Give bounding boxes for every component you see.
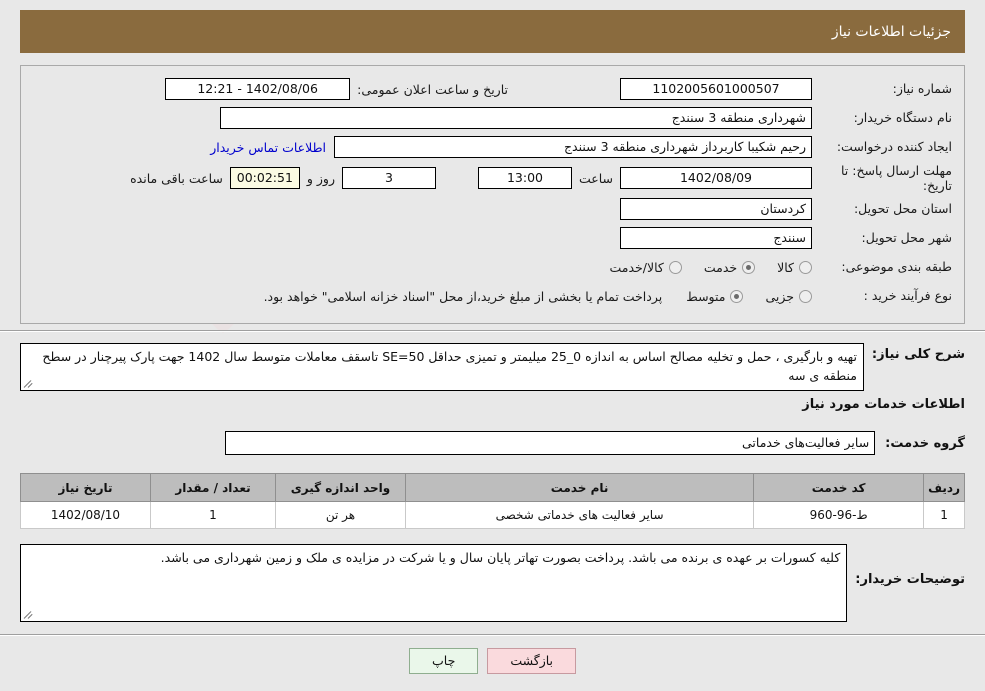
button-bar: بازگشت چاپ xyxy=(0,648,985,674)
countdown-label: ساعت باقی مانده xyxy=(130,170,223,186)
th-unit: واحد اندازه گیری xyxy=(275,473,406,502)
th-service-code: کد خدمت xyxy=(753,473,925,502)
announce-datetime-label: تاریخ و ساعت اعلان عمومی: xyxy=(357,81,508,97)
category-option-khedmat[interactable]: خدمت xyxy=(686,259,756,275)
row-deadline: مهلت ارسال پاسخ: تا تاریخ: 1402/08/09 سا… xyxy=(33,163,952,193)
service-group-value: سایر فعالیت‌های خدماتی xyxy=(225,431,876,455)
th-service-name: نام خدمت xyxy=(404,473,755,502)
page-title-bar: جزئیات اطلاعات نیاز xyxy=(20,10,965,53)
row-city: شهر محل تحویل: سنندج xyxy=(33,225,952,251)
resize-grip-icon[interactable] xyxy=(23,378,34,388)
back-button[interactable]: بازگشت xyxy=(487,648,577,674)
process-option-motevaset[interactable]: متوسط xyxy=(668,288,744,304)
city-value: سنندج xyxy=(620,227,812,249)
cell-unit: هر تن xyxy=(275,501,406,529)
province-value: کردستان xyxy=(620,198,812,220)
cell-service-name: سایر فعالیت های خدماتی شخصی xyxy=(404,501,755,529)
buyer-contact-link[interactable]: اطلاعات تماس خریدار xyxy=(202,140,334,155)
deadline-label: مهلت ارسال پاسخ: تا تاریخ: xyxy=(841,163,952,193)
divider-top xyxy=(0,330,985,332)
process-radio-group: جزیی متوسط xyxy=(668,289,812,304)
services-table: ردیف کد خدمت نام خدمت واحد اندازه گیری ت… xyxy=(20,473,965,529)
description-label: شرح کلی نیاز: xyxy=(871,347,965,362)
resize-grip-icon[interactable] xyxy=(23,609,34,619)
radio-icon[interactable] xyxy=(799,260,812,274)
days-label: روز و xyxy=(306,170,335,186)
category-option-kala-khedmat[interactable]: کالا/خدمت xyxy=(591,259,682,275)
radio-icon[interactable] xyxy=(742,260,756,274)
row-process-type: نوع فرآیند خرید : جزیی متوسط پرداخت تمام… xyxy=(33,283,952,309)
process-type-label: نوع فرآیند خرید : xyxy=(863,288,952,304)
row-province: استان محل تحویل: کردستان xyxy=(33,196,952,222)
requester-label: ایجاد کننده درخواست: xyxy=(836,139,952,155)
th-row-no: ردیف xyxy=(923,473,965,502)
days-remaining-value: 3 xyxy=(341,167,436,189)
page-title: جزئیات اطلاعات نیاز xyxy=(831,23,951,40)
countdown-timer: 00:02:51 xyxy=(229,167,300,189)
category-option-label: خدمت xyxy=(703,259,738,275)
description-textarea[interactable]: تهیه و بارگیری ، حمل و تخلیه مصالح اساس … xyxy=(20,343,864,391)
process-option-label: جزیی xyxy=(765,288,794,304)
buyer-org-value: شهرداری منطقه 3 سنندج xyxy=(220,107,812,129)
category-label: طبقه بندی موضوعی: xyxy=(841,259,952,275)
buyer-notes-label: توضیحات خریدار: xyxy=(855,572,965,587)
radio-icon[interactable] xyxy=(730,289,744,303)
page-root: AriaTender .net جزئیات اطلاعات نیاز شمار… xyxy=(0,0,985,691)
need-number-label: شماره نیاز: xyxy=(892,81,952,97)
description-section: شرح کلی نیاز: تهیه و بارگیری ، حمل و تخل… xyxy=(20,343,965,391)
services-section-title: اطلاعات خدمات مورد نیاز xyxy=(802,397,965,412)
payment-note: پرداخت تمام یا بخشی از مبلغ خرید،از محل … xyxy=(263,288,663,304)
service-group-row: گروه خدمت: سایر فعالیت‌های خدماتی xyxy=(20,431,965,455)
hour-label: ساعت xyxy=(578,170,613,186)
category-option-label: کالا/خدمت xyxy=(609,259,664,275)
row-buyer-org: نام دستگاه خریدار: شهرداری منطقه 3 سنندج xyxy=(33,105,952,131)
need-number-value: 1102005601000507 xyxy=(620,78,812,100)
print-button[interactable]: چاپ xyxy=(409,648,479,674)
process-option-label: متوسط xyxy=(686,288,726,304)
divider-bottom xyxy=(0,634,985,636)
th-need-date: تاریخ نیاز xyxy=(20,473,151,502)
table-header-row: ردیف کد خدمت نام خدمت واحد اندازه گیری ت… xyxy=(20,473,965,502)
th-quantity: تعداد / مقدار xyxy=(150,473,276,502)
buyer-org-label: نام دستگاه خریدار: xyxy=(853,110,952,126)
category-option-kala[interactable]: کالا xyxy=(759,260,812,275)
buyer-notes-section: توضیحات خریدار: کلیه کسورات بر عهده ی بر… xyxy=(20,544,965,622)
cell-quantity: 1 xyxy=(150,501,276,529)
row-category: طبقه بندی موضوعی: کالا خدمت کالا/خدمت xyxy=(33,254,952,280)
services-table-wrap: ردیف کد خدمت نام خدمت واحد اندازه گیری ت… xyxy=(20,473,965,529)
deadline-time-value: 13:00 xyxy=(477,167,572,189)
service-group-label: گروه خدمت: xyxy=(885,435,965,451)
table-row: 1 ط-96-960 سایر فعالیت های خدماتی شخصی ه… xyxy=(20,501,965,529)
category-option-label: کالا xyxy=(777,259,794,275)
radio-icon[interactable] xyxy=(799,289,812,303)
requester-value: رحیم شکیبا کاربرداز شهرداری منطقه 3 سنند… xyxy=(334,136,812,158)
need-info-panel: شماره نیاز: 1102005601000507 تاریخ و ساع… xyxy=(20,65,965,324)
deadline-date-value: 1402/08/09 xyxy=(620,167,812,189)
category-radio-group: کالا خدمت کالا/خدمت xyxy=(591,260,812,275)
services-section-header: اطلاعات خدمات مورد نیاز xyxy=(20,397,965,412)
cell-need-date: 1402/08/10 xyxy=(20,501,151,529)
process-option-jozii[interactable]: جزیی xyxy=(747,289,812,304)
province-label: استان محل تحویل: xyxy=(853,201,952,217)
buyer-notes-textarea[interactable]: کلیه کسورات بر عهده ی برنده می باشد. پرد… xyxy=(20,544,848,622)
radio-icon[interactable] xyxy=(668,260,682,274)
cell-row-no: 1 xyxy=(923,501,965,529)
city-label: شهر محل تحویل: xyxy=(861,230,952,246)
row-need-number: شماره نیاز: 1102005601000507 تاریخ و ساع… xyxy=(33,76,952,102)
announce-datetime-value: 1402/08/06 - 12:21 xyxy=(165,78,351,100)
row-requester: ایجاد کننده درخواست: رحیم شکیبا کاربرداز… xyxy=(33,134,952,160)
cell-service-code: ط-96-960 xyxy=(753,501,925,529)
